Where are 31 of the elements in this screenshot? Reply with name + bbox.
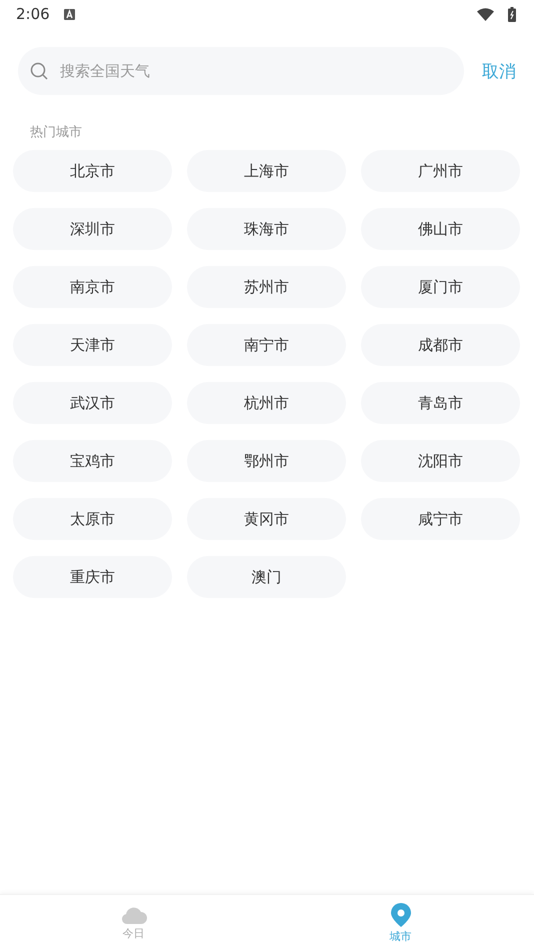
- city-button[interactable]: 珠海市: [187, 208, 346, 250]
- city-button[interactable]: 澳门: [187, 556, 346, 598]
- cloud-icon: [120, 904, 146, 924]
- search-field[interactable]: 搜索全国天气: [18, 47, 464, 95]
- wifi-icon: [477, 8, 494, 20]
- location-pin-icon: [390, 902, 412, 928]
- city-button[interactable]: 沈阳市: [361, 440, 520, 482]
- city-button[interactable]: 成都市: [361, 324, 520, 366]
- section-title: 热门城市: [30, 124, 83, 141]
- city-button[interactable]: 上海市: [187, 150, 346, 192]
- battery-icon: [508, 6, 516, 22]
- city-button[interactable]: 深圳市: [13, 208, 172, 250]
- city-button[interactable]: 佛山市: [361, 208, 520, 250]
- city-button[interactable]: 黄冈市: [187, 498, 346, 540]
- city-button[interactable]: 厦门市: [361, 266, 520, 308]
- city-button[interactable]: 太原市: [13, 498, 172, 540]
- city-button[interactable]: 天津市: [13, 324, 172, 366]
- status-time: 2:06: [16, 5, 50, 23]
- city-button[interactable]: 苏州市: [187, 266, 346, 308]
- city-button[interactable]: 重庆市: [13, 556, 172, 598]
- notification-icon: [64, 8, 75, 20]
- city-button[interactable]: 宝鸡市: [13, 440, 172, 482]
- city-button[interactable]: 南京市: [13, 266, 172, 308]
- city-button[interactable]: 南宁市: [187, 324, 346, 366]
- city-button[interactable]: 青岛市: [361, 382, 520, 424]
- city-button[interactable]: 咸宁市: [361, 498, 520, 540]
- city-button[interactable]: 杭州市: [187, 382, 346, 424]
- city-button[interactable]: 广州市: [361, 150, 520, 192]
- city-button[interactable]: 北京市: [13, 150, 172, 192]
- city-button[interactable]: 武汉市: [13, 382, 172, 424]
- city-button[interactable]: 鄂州市: [187, 440, 346, 482]
